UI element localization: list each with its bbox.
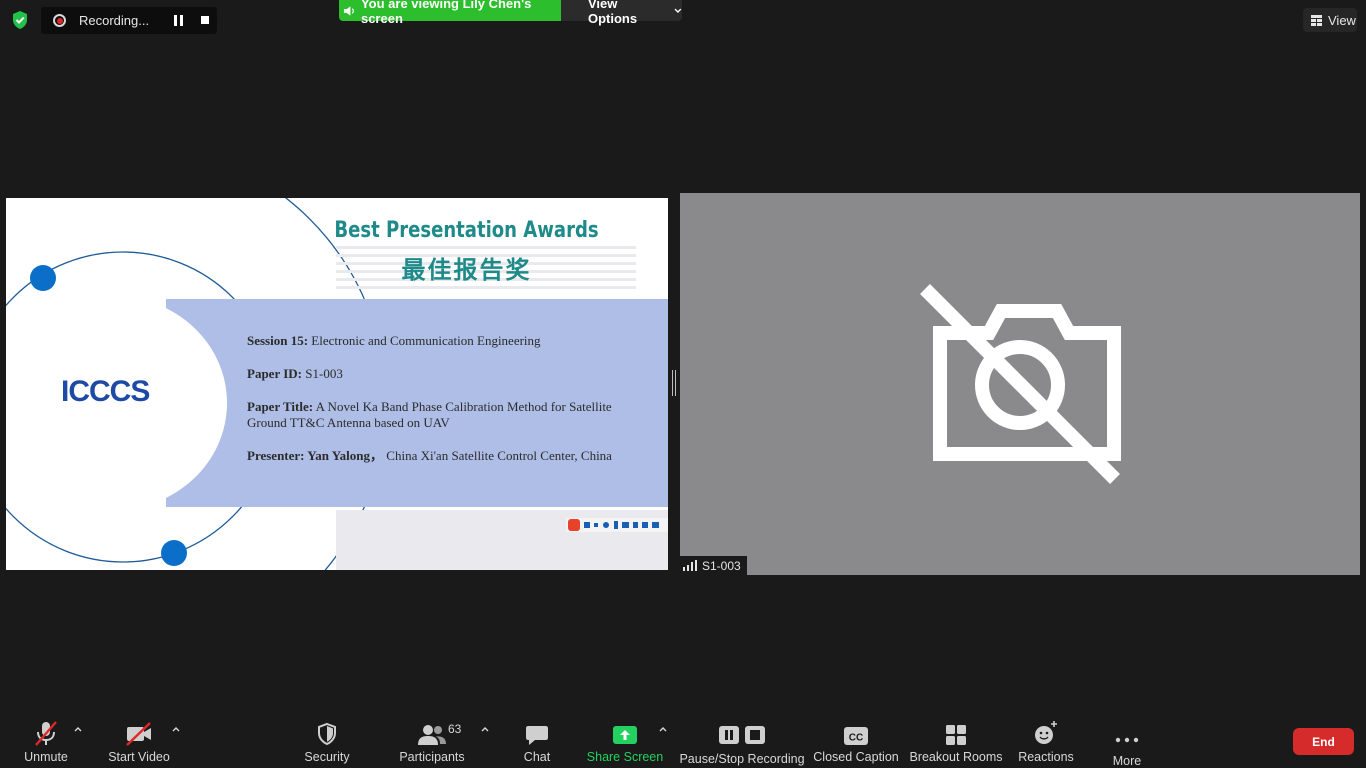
chat-button[interactable]: Chat: [515, 716, 559, 768]
paper-id-label: Paper ID:: [247, 366, 303, 381]
security-shield-icon[interactable]: [9, 9, 31, 31]
presenter-label: Presenter: Yan Yalong: [247, 448, 371, 463]
paper-id-line: Paper ID: S1-003: [247, 366, 667, 382]
participants-icon: [418, 725, 446, 745]
reactions-label: Reactions: [1018, 750, 1074, 764]
participant-name: S1-003: [702, 558, 741, 573]
signal-strength-icon: [683, 560, 697, 571]
paper-title-value-line1: A Novel Ka Band Phase Calibration Method…: [315, 399, 612, 414]
security-label: Security: [304, 750, 350, 764]
pause-stop-recording-label: Pause/Stop Recording: [679, 752, 805, 766]
reactions-button[interactable]: Reactions: [1018, 716, 1074, 768]
security-button[interactable]: Security: [300, 716, 354, 768]
recording-indicator: Recording...: [41, 7, 217, 34]
shared-screen-slide[interactable]: Best Presentation Awards 最佳报告奖 ICCCS Ses…: [6, 198, 668, 570]
view-options-label: View Options: [588, 0, 638, 26]
recording-dot-icon: [53, 14, 66, 27]
breakout-rooms-label: Breakout Rooms: [909, 750, 1003, 764]
speaker-icon: [343, 5, 354, 16]
svg-text:CC: CC: [849, 733, 863, 744]
stop-recording-icon[interactable]: [200, 15, 210, 25]
session-line: Session 15: Electronic and Communication…: [247, 333, 667, 349]
pause-stop-recording-icon: [719, 726, 765, 744]
chat-bubble-icon: [526, 726, 548, 745]
start-video-button[interactable]: Start Video: [104, 716, 174, 768]
paper-title-value-line2: Ground TT&C Antenna based on UAV: [247, 415, 450, 430]
recording-label: Recording...: [79, 13, 150, 28]
presenter-value: China Xi'an Satellite Control Center, Ch…: [386, 448, 612, 463]
start-video-label: Start Video: [108, 750, 170, 764]
view-label: View: [1328, 12, 1356, 28]
microphone-muted-icon: [35, 721, 57, 746]
paper-title-line: Paper Title: A Novel Ka Band Phase Calib…: [247, 399, 667, 431]
share-screen-arrow-icon: [613, 726, 637, 744]
closed-caption-button[interactable]: CC Closed Caption: [813, 716, 899, 768]
more-label: More: [1112, 754, 1142, 768]
reactions-smiley-icon: [1035, 721, 1057, 744]
grid-view-icon: [1311, 14, 1322, 26]
paper-title-label: Paper Title:: [247, 399, 314, 414]
participants-label: Participants: [399, 750, 465, 764]
chevron-down-icon: [674, 8, 682, 13]
more-dots-icon: [1115, 737, 1139, 743]
award-title-cn: 最佳报告奖: [401, 256, 532, 284]
breakout-rooms-grid-icon: [946, 725, 966, 745]
audio-options-chevron-up-icon[interactable]: [73, 725, 83, 733]
session-label: Session 15:: [247, 333, 309, 348]
closed-caption-label: Closed Caption: [813, 750, 899, 764]
breakout-rooms-button[interactable]: Breakout Rooms: [909, 716, 1003, 768]
closed-caption-icon: CC: [844, 727, 868, 745]
participants-count-badge: 63: [448, 722, 462, 736]
presenter-line: Presenter: Yan Yalong， China Xi'an Satel…: [247, 448, 667, 464]
video-options-chevron-up-icon[interactable]: [171, 725, 181, 733]
view-options-button[interactable]: View Options: [561, 0, 682, 26]
view-layout-button[interactable]: View: [1303, 8, 1357, 32]
end-meeting-button[interactable]: End: [1293, 728, 1354, 755]
paper-id-value: S1-003: [305, 366, 343, 381]
participant-name-label: S1-003: [680, 556, 747, 575]
viewing-screen-text: You are viewing Lily Chen's screen: [360, 0, 532, 26]
session-value: Electronic and Communication Engineering: [311, 333, 541, 348]
ime-toolbar-icon: [566, 518, 668, 532]
pause-stop-recording-button[interactable]: Pause/Stop Recording: [679, 716, 805, 768]
participant-video-tile[interactable]: S1-003: [680, 193, 1360, 575]
shield-icon: [318, 722, 336, 746]
more-button[interactable]: More: [1105, 716, 1149, 768]
camera-off-icon: [920, 284, 1121, 484]
conference-logo: ICCCS: [61, 375, 150, 408]
viewing-screen-banner: You are viewing Lily Chen's screen: [339, 0, 561, 26]
unmute-label: Unmute: [24, 750, 68, 764]
award-title-en: Best Presentation Awards: [334, 218, 599, 243]
share-options-chevron-up-icon[interactable]: [658, 725, 668, 733]
participants-options-chevron-up-icon[interactable]: [480, 725, 490, 733]
share-screen-label: Share Screen: [586, 750, 664, 764]
split-view-drag-handle[interactable]: [672, 370, 676, 396]
pause-recording-icon[interactable]: [172, 15, 186, 26]
presenter-comma: ，: [370, 448, 384, 463]
unmute-button[interactable]: Unmute: [20, 716, 72, 768]
share-screen-button[interactable]: Share Screen: [586, 716, 664, 768]
video-camera-off-icon: [126, 722, 151, 746]
chat-label: Chat: [523, 750, 551, 764]
